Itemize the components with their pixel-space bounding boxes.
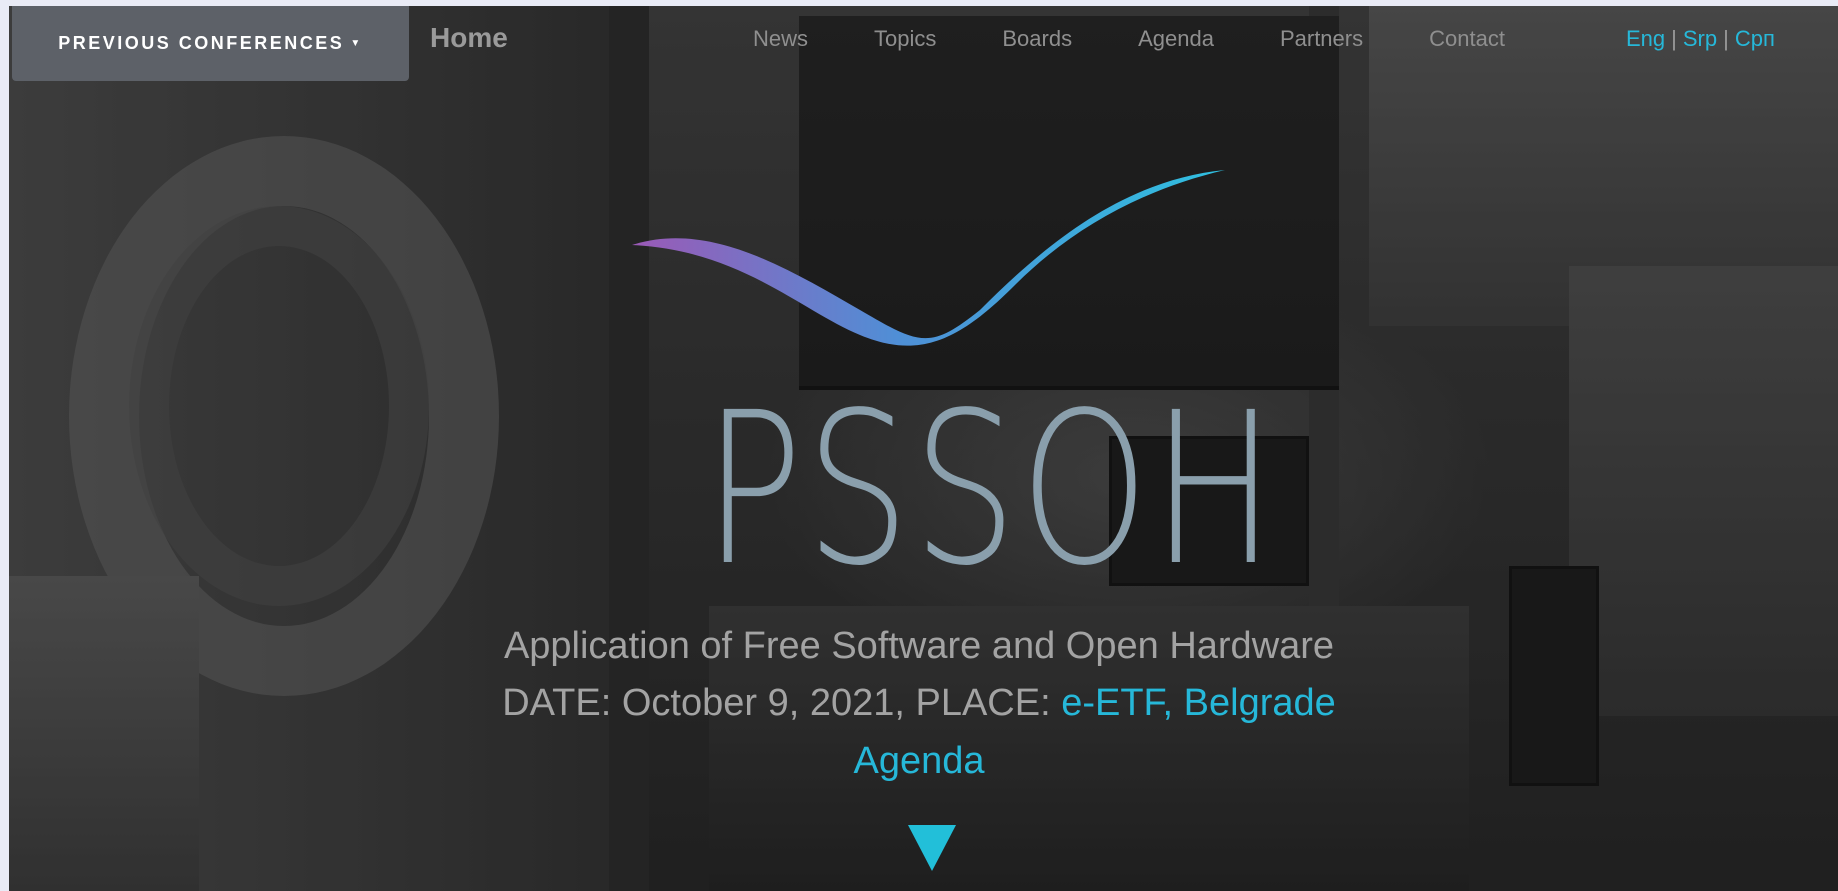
language-srp-link[interactable]: Srp [1683, 26, 1717, 51]
logo-swoosh-icon [632, 170, 1225, 346]
logo-wordmark: PSSOH [703, 367, 1279, 612]
main-nav: News Topics Boards Agenda Partners Conta… [753, 26, 1571, 52]
hero-tagline: Application of Free Software and Open Ha… [503, 625, 1335, 667]
date-text: DATE: October 9, 2021, PLACE: [502, 682, 1062, 724]
nav-link-boards[interactable]: Boards [1002, 26, 1072, 52]
language-cyrillic-link[interactable]: Срп [1735, 26, 1775, 51]
language-separator: | [1723, 26, 1729, 51]
nav-link-topics[interactable]: Topics [874, 26, 936, 52]
place-link[interactable]: e-ETF, Belgrade [1061, 682, 1336, 724]
nav-home-link[interactable]: Home [430, 22, 508, 54]
hero-agenda-link[interactable]: Agenda [0, 740, 1838, 783]
language-eng-link[interactable]: Eng [1626, 26, 1665, 51]
triangle-down-icon[interactable] [908, 825, 956, 871]
previous-conferences-dropdown[interactable]: PREVIOUS CONFERENCES ▼ [12, 6, 409, 81]
caret-down-icon: ▼ [350, 38, 363, 49]
nav-link-contact[interactable]: Contact [1429, 26, 1505, 52]
previous-conferences-label: PREVIOUS CONFERENCES [58, 33, 345, 53]
nav-link-partners[interactable]: Partners [1280, 26, 1363, 52]
hero-date-place: DATE: October 9, 2021, PLACE: e-ETF, Bel… [0, 682, 1838, 725]
language-separator: | [1671, 26, 1677, 51]
nav-link-news[interactable]: News [753, 26, 808, 52]
nav-link-agenda[interactable]: Agenda [1138, 26, 1214, 52]
language-switcher: Eng | Srp | Срп [1626, 26, 1775, 52]
